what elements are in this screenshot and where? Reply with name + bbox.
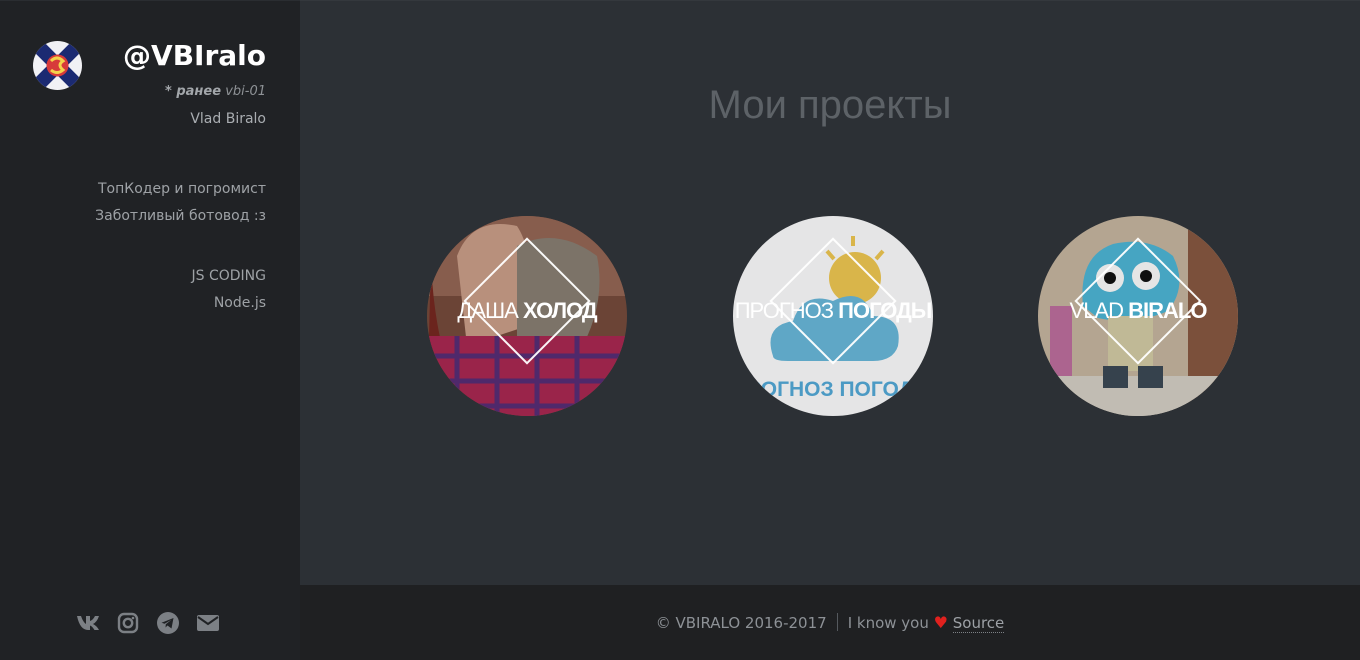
project-title-word2: ХОЛОД <box>522 298 598 323</box>
bio: ТопКодер и погромист Заботливый ботовод … <box>95 176 266 230</box>
bio-line: ТопКодер и погромист <box>98 181 266 197</box>
project-title: VLAD BIRALO <box>1038 298 1238 324</box>
project-title: ДАША ХОЛОД <box>427 298 627 324</box>
mail-icon[interactable] <box>196 611 220 635</box>
project-title-word1: ПРОГНОЗ <box>734 298 834 323</box>
page-title: Мои проекты <box>708 83 952 127</box>
previous-name: * ранее vbi-01 <box>165 84 266 99</box>
skill-item: Node.js <box>213 295 266 311</box>
copyright: © VBIRALO 2016-2017 <box>655 614 827 632</box>
skills: JS CODING Node.js <box>192 263 267 317</box>
footer-content: © VBIRALO 2016-2017 I know you ♥ Source <box>300 613 1360 633</box>
avatar[interactable] <box>33 41 82 90</box>
heart-icon: ♥ <box>933 613 948 632</box>
real-name: Vlad Biralo <box>190 111 266 127</box>
project-title-word2: ПОГОДЫ <box>838 298 932 323</box>
project-title-word2: BIRALO <box>1128 298 1207 323</box>
source-link[interactable]: Source <box>952 614 1005 633</box>
weather-caption: ПРОГНОЗ ПОГОДЫ <box>733 378 933 401</box>
project-vlad-biralo[interactable]: VLAD BIRALO <box>1038 216 1238 416</box>
profile-handle: @VBIralo <box>123 39 266 72</box>
project-title-word1: ДАША <box>457 298 518 323</box>
sidebar: @VBIralo * ранее vbi-01 Vlad Biralo ТопК… <box>0 0 300 660</box>
project-dasha-holod[interactable]: ДАША ХОЛОД <box>427 216 627 416</box>
main-content: Мои проекты ДАША ХОЛОД ПРОГНОЗ ПОГОДЫ ПР… <box>300 0 1360 585</box>
skill-item: JS CODING <box>191 268 267 284</box>
love-text: I know you <box>847 614 929 632</box>
instagram-icon[interactable] <box>116 611 140 635</box>
previous-name-prefix: * ранее <box>165 84 222 99</box>
footer: © VBIRALO 2016-2017 I know you ♥ Source <box>300 585 1360 660</box>
project-weather[interactable]: ПРОГНОЗ ПОГОДЫ ПРОГНОЗ ПОГОДЫ <box>733 216 933 416</box>
project-title-word1: VLAD <box>1069 298 1124 323</box>
project-title: ПРОГНОЗ ПОГОДЫ <box>733 298 933 324</box>
telegram-icon[interactable] <box>156 611 180 635</box>
previous-name-value: vbi-01 <box>225 84 266 99</box>
bio-line: Заботливый ботовод :з <box>95 208 266 224</box>
social-links <box>76 611 220 635</box>
vk-icon[interactable] <box>76 611 100 635</box>
footer-divider <box>836 613 838 631</box>
